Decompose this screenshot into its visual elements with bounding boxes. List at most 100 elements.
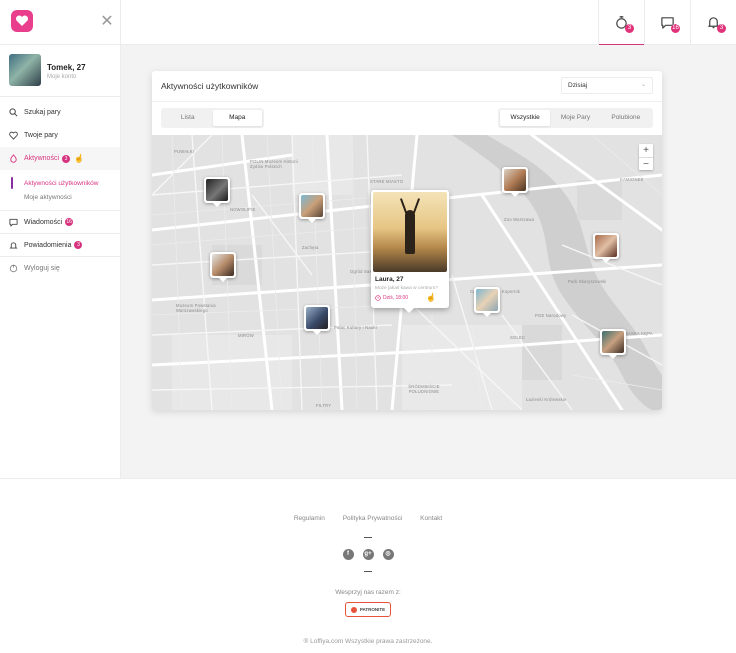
footer-link-privacy[interactable]: Polityka Prywatności — [343, 515, 403, 522]
heart-icon — [9, 131, 18, 140]
search-icon — [9, 108, 18, 117]
map-label: PGE Narodowy — [535, 313, 567, 318]
zoom-out-button[interactable]: − — [639, 157, 653, 170]
cursor-hand-icon: ☝ — [426, 293, 436, 302]
photo-figure — [399, 198, 409, 216]
footer-divider — [364, 571, 372, 572]
sidebar-item-label: Aktywności — [24, 155, 60, 162]
notifications-button[interactable]: 3 — [690, 0, 736, 45]
activities-submenu: Aktywności użytkowników Moje aktywności — [0, 170, 120, 211]
zoom-in-button[interactable]: + — [639, 144, 653, 157]
patronite-button[interactable]: PATRONITE — [345, 602, 391, 617]
activities-badge: 3 — [62, 154, 71, 163]
sidebar: Tomek, 27 Moje konto Szukaj pary Twoje p… — [0, 45, 121, 478]
popup-description: Może jakaś kawa w centrum? — [375, 286, 438, 291]
activity-button[interactable]: 3 — [598, 0, 644, 46]
messages-button[interactable]: 16 — [644, 0, 690, 45]
profile-card[interactable]: Tomek, 27 Moje konto — [0, 45, 120, 97]
map-label: MIRÓW — [238, 333, 254, 338]
chevron-down-icon: ⌄ — [640, 82, 646, 88]
profile-name: Tomek, 27 — [47, 63, 86, 72]
messages-badge: 16 — [671, 24, 680, 33]
activities-card: Aktywności użytkowników Dzisiaj ⌄ Lista … — [152, 71, 662, 410]
tab-map[interactable]: Mapa — [212, 110, 262, 126]
cursor-hand-icon: ☝ — [74, 154, 84, 163]
tab-liked[interactable]: Polubione — [601, 110, 651, 126]
copyright: ® Loffiya.com Wszystkie prawa zastrzeżon… — [303, 638, 433, 645]
user-pin[interactable] — [204, 177, 230, 207]
popup-time: Dziś, 18:00 — [375, 295, 408, 301]
user-pin[interactable] — [474, 287, 500, 317]
sidebar-item-label: Powiadomienia — [24, 241, 72, 249]
profile-subtitle[interactable]: Moje konto — [47, 74, 76, 80]
close-icon[interactable]: ✕ — [100, 14, 114, 30]
card-divider — [152, 101, 662, 102]
tab-list[interactable]: Lista — [163, 110, 213, 126]
view-toggle: Lista Mapa — [161, 108, 264, 128]
header-divider — [120, 0, 121, 45]
support-text: Wesprzyj nas razem z: — [335, 589, 401, 596]
photo-figure — [405, 210, 415, 254]
user-pin[interactable] — [502, 167, 528, 197]
map-label: KAMIONEK — [620, 177, 644, 182]
map-label: Park Skaryszewski — [568, 279, 607, 284]
sidebar-item-messages[interactable]: Wiadomości 16 — [0, 211, 120, 234]
facebook-icon[interactable]: f — [342, 549, 354, 560]
activity-map[interactable]: PUWAŁKI POLIN Muzeum Historii Żydów Pols… — [152, 135, 662, 410]
avatar[interactable] — [9, 54, 41, 86]
map-label: FILTRY — [316, 403, 332, 408]
user-pin[interactable] — [299, 193, 325, 223]
map-label: Muzeum Powstania Warszawskiego — [176, 303, 216, 313]
map-label: Zoo Warszawa — [504, 217, 535, 222]
map-label: ŚRÓDMIEŚCIE POŁUDNIOWE — [408, 384, 440, 394]
user-pin[interactable] — [304, 305, 330, 335]
popup-time-label: Dziś, 18:00 — [383, 295, 409, 301]
sidebar-item-activities[interactable]: Aktywności 3 ☝ — [0, 147, 120, 170]
top-bar: ✕ 3 16 3 — [0, 0, 736, 46]
sidebar-item-logout[interactable]: Wyloguj się — [0, 257, 120, 280]
photo-figure — [411, 198, 421, 216]
map-label: Zachęta — [302, 245, 319, 250]
map-label: PUWAŁKI — [174, 149, 195, 154]
patronite-icon — [350, 606, 357, 613]
main-content: Aktywności użytkowników Dzisiaj ⌄ Lista … — [121, 45, 736, 478]
sidebar-item-notifications[interactable]: Powiadomienia 3 — [0, 234, 120, 257]
tab-all[interactable]: Wszystkie — [500, 110, 551, 126]
patronite-label: PATRONITE — [359, 607, 386, 612]
map-label: STARE MIASTO — [370, 179, 404, 184]
sidebar-item-label: Wiadomości — [24, 218, 63, 226]
instagram-icon[interactable]: ◎ — [382, 549, 394, 560]
subitem-my-activities[interactable]: Moje aktywności — [0, 190, 120, 204]
activity-badge: 3 — [625, 24, 634, 33]
popup-user-name: Laura, 27 — [375, 276, 404, 283]
heart-chat-icon[interactable] — [11, 10, 33, 32]
card-title: Aktywności użytkowników — [161, 81, 259, 91]
clock-icon — [375, 295, 381, 301]
sidebar-item-pairs[interactable]: Twoje pary — [0, 124, 120, 147]
user-photo — [373, 192, 447, 272]
map-label: Łazienki Królewskie — [526, 397, 567, 402]
google-plus-icon[interactable]: g+ — [362, 549, 374, 560]
tab-my-pairs[interactable]: Moje Pary — [550, 110, 600, 126]
subitem-user-activities[interactable]: Aktywności użytkowników — [0, 176, 120, 190]
date-range-select[interactable]: Dzisiaj ⌄ — [561, 77, 653, 94]
social-links: f g+ ◎ — [0, 549, 736, 560]
notifications-badge: 3 — [717, 24, 726, 33]
footer-link-contact[interactable]: Kontakt — [420, 515, 442, 522]
date-range-value: Dzisiaj — [568, 82, 588, 89]
sidebar-item-label: Twoje pary — [24, 132, 58, 139]
footer-links: Regulamin Polityka Prywatności Kontakt — [0, 515, 736, 522]
user-pin[interactable] — [600, 329, 626, 359]
sidebar-item-label: Wyloguj się — [24, 265, 60, 272]
user-pin[interactable] — [210, 252, 236, 282]
footer-link-terms[interactable]: Regulamin — [294, 515, 325, 522]
map-label: NOWOLIPIE — [230, 207, 256, 212]
user-activity-popup[interactable]: Laura, 27 Może jakaś kawa w centrum? Dzi… — [371, 190, 449, 313]
map-label: SOLEC — [510, 335, 526, 340]
sidebar-item-search[interactable]: Szukaj pary — [0, 101, 120, 124]
bell-icon — [9, 241, 18, 250]
user-pin[interactable] — [593, 233, 619, 263]
messages-badge: 16 — [65, 218, 74, 226]
map-label: SASKA KĘPA — [625, 331, 653, 336]
footer: Regulamin Polityka Prywatności Kontakt f… — [0, 478, 736, 653]
